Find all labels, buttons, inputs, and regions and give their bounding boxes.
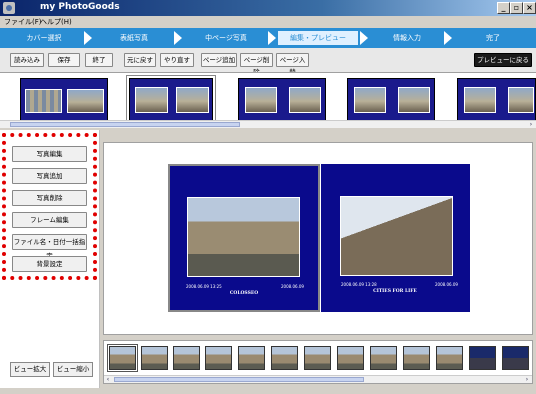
photo-date: 2008.06.09 [435,282,458,287]
step-arrow-icon [444,31,452,45]
zoom-out-button[interactable]: ビュー縮小 [53,362,93,377]
thumbnail-photo [398,87,430,113]
menu-help[interactable]: ヘルプ(H) [40,17,72,27]
thumbnail-photo [176,87,209,113]
wizard-steps: カバー選択 表紙写真 中ページ写真 編集・プレビュー 情報入力 完了 [0,28,536,48]
load-button[interactable]: 読み込み [10,53,44,67]
thumbnail-photo [67,89,104,113]
close-button[interactable]: × [523,2,536,14]
bottom-strip-scrollbar[interactable]: ‹ › [104,375,532,383]
step-arrow-icon [360,31,368,45]
scroll-left-icon[interactable]: ‹ [104,376,112,383]
status-bar [0,388,536,394]
photo-thumbnail[interactable] [173,346,200,370]
thumbnail-photo [508,87,534,113]
toolbar: 読み込み 保存 終了 元に戻す やり直す ページ追加 ページ削除 ページ入替 プ… [0,48,536,76]
minimize-button[interactable]: _ [497,2,510,14]
photo-thumbnail[interactable] [436,346,463,370]
menu-file[interactable]: ファイル(F) [4,17,42,27]
undo-button[interactable]: 元に戻す [124,53,156,67]
delete-page-button[interactable]: ページ削除 [240,53,273,76]
photo-thumbnail[interactable] [502,346,529,370]
step-cover-photo[interactable]: 表紙写真 [96,31,172,45]
zoom-in-button[interactable]: ビュー拡大 [10,362,50,377]
spread-thumbnail-strip: › [0,72,536,128]
thumbnail-photo [245,87,277,113]
spread-thumbnail[interactable] [20,78,108,122]
thumbnail-photo [25,89,62,113]
photo-thumbnail[interactable] [271,346,298,370]
scrollbar-thumb[interactable] [114,377,364,382]
thumbnail-photo [354,87,386,113]
page-photo[interactable] [187,197,300,277]
photo-thumbnail[interactable] [107,344,138,372]
left-page[interactable]: 2008.06.09 13:25 2008.06.09 COLOSSEO [168,164,320,312]
page-photo[interactable] [340,196,453,276]
spread-thumbnail[interactable] [457,78,536,122]
left-tool-panel: 写真編集 写真追加 写真削除 フレーム編集 ファイル名・日付一括指定 背景設定 … [0,130,100,388]
photo-thumbnail[interactable] [403,346,430,370]
step-arrow-icon [174,31,182,45]
photo-thumbnail[interactable] [304,346,331,370]
step-edit-preview[interactable]: 編集・プレビュー [278,31,358,45]
maximize-button[interactable]: ▫ [510,2,523,14]
thumbnail-photo [289,87,321,113]
photo-date: 2008.06.09 [281,284,304,289]
photo-caption: 2008.06.09 13:25 [186,284,222,289]
spread-thumbnail[interactable] [347,78,435,122]
photo-thumbnail[interactable] [141,346,168,370]
thumbnail-photo [135,87,168,113]
scroll-right-icon[interactable]: › [523,376,531,383]
photo-thumbnail[interactable] [238,346,265,370]
photo-caption: 2008.06.09 13:28 [341,282,377,287]
scrollbar-thumb[interactable] [10,122,240,127]
exit-button[interactable]: 終了 [85,53,113,67]
step-cover[interactable]: カバー選択 [6,31,82,45]
filename-date-button[interactable]: ファイル名・日付一括指定 [12,234,87,260]
page-title: COLOSSEO [229,291,259,296]
photo-thumbnail[interactable] [205,346,232,370]
page-title: CITIES FOR LIFE [373,289,417,294]
redo-button[interactable]: やり直す [160,53,194,67]
photo-thumbnail[interactable] [370,346,397,370]
step-arrow-icon [268,31,276,45]
app-icon [3,2,15,14]
step-complete[interactable]: 完了 [456,31,530,45]
photo-thumbnail[interactable] [469,346,496,370]
photo-thumbnail[interactable] [337,346,364,370]
spread-thumbnail[interactable] [238,78,326,122]
save-button[interactable]: 保存 [48,53,80,67]
spread-thumbnail[interactable] [126,75,216,125]
step-info-input[interactable]: 情報入力 [372,31,442,45]
right-page[interactable]: 2008.06.09 13:28 2008.06.09 CITIES FOR L… [321,164,470,312]
photo-edit-button[interactable]: 写真編集 [12,146,87,162]
back-to-preview-button[interactable]: プレビューに戻る [474,53,532,67]
photo-thumbnail-strip: ‹ › [103,340,533,384]
add-page-button[interactable]: ページ追加 [201,53,237,67]
swap-page-button[interactable]: ページ入替 [276,53,309,76]
scroll-right-icon[interactable]: › [527,121,535,128]
page-preview: 2008.06.09 13:25 2008.06.09 COLOSSEO 200… [103,142,533,335]
top-strip-scrollbar[interactable]: › [0,120,536,128]
photo-add-button[interactable]: 写真追加 [12,168,87,184]
frame-edit-button[interactable]: フレーム編集 [12,212,87,228]
background-settings-button[interactable]: 背景設定 [12,256,87,272]
title-bar: my PhotoGoods _ ▫ × [0,0,536,16]
step-inner-photos[interactable]: 中ページ写真 [186,31,266,45]
menu-bar: ファイル(F) ヘルプ(H) [0,16,536,28]
thumbnail-photo [464,87,496,113]
window-title: my PhotoGoods [40,2,120,12]
photo-delete-button[interactable]: 写真削除 [12,190,87,206]
step-arrow-icon [84,31,92,45]
